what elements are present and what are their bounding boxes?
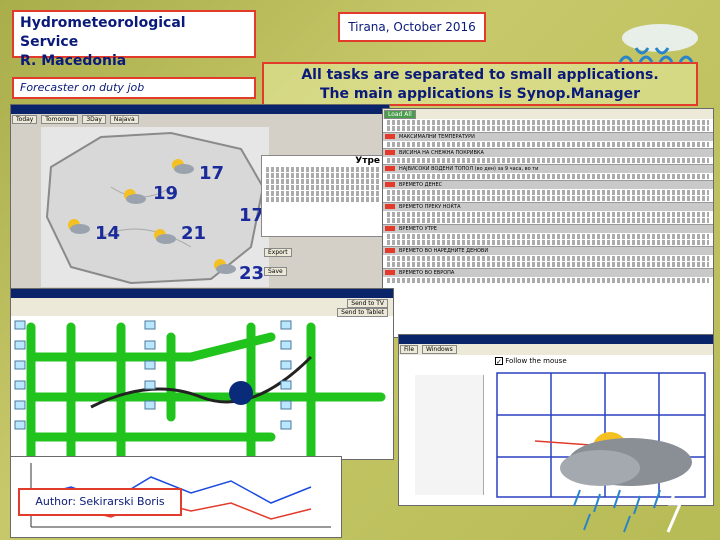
map-temp-6: 23 [239,263,265,284]
map-forecast-window: Today Tomorrow 3Day Najava 17 19 17 14 2… [10,104,390,290]
section-next-days[interactable]: ВРЕМЕТО ВО НАРЕДНИТЕ ДЕНОВИ [383,246,713,255]
storm-cloud-icon [560,432,692,533]
author-label: Author: Sekirarski Boris [18,488,182,516]
title-line-2: R. Macedonia [20,53,127,69]
sun-cloud-icon [154,229,176,244]
map-temp-1: 17 [199,163,225,184]
follow-mouse-label: Follow the mouse [505,357,567,365]
map-temp-5: 21 [181,223,207,244]
window-titlebar [11,289,393,298]
sun-cloud-icon [68,219,90,234]
map-temp-4: 14 [95,223,121,244]
tab-tomorrow[interactable]: Tomorrow [41,115,79,124]
forecast-label: Утре [355,156,380,166]
tree-panel [415,375,484,495]
section-night[interactable]: ВРЕМЕТО ПРЕКУ НОЌТА [383,202,713,211]
route-map[interactable] [11,317,393,459]
menu-windows[interactable]: Windows [421,345,457,354]
section-water[interactable]: НАЈВИСОКИ ВОДЕНИ ТОПОЛ (во ден) за 9 час… [383,164,713,173]
send-tv-button[interactable]: Send to TV [347,299,388,308]
sun-cloud-icon [172,159,194,174]
checkbox-icon: ✓ [495,357,503,366]
date-label: Tirana, October 2016 [338,12,486,42]
title-line-1: Hydrometeorological Service [20,15,186,50]
window-titlebar [11,105,389,114]
load-all-button[interactable]: Load All [384,110,416,119]
map-actions: Export Save [263,239,293,277]
tab-3day[interactable]: 3Day [82,115,106,124]
save-button[interactable]: Save [264,267,287,276]
job-label: Forecaster on duty job [12,77,256,99]
sun-cloud-icon [214,259,236,274]
section-snow[interactable]: ВИСИНА НА СНЕЖНА ПОКРИВКА [383,148,713,157]
follow-mouse-checkbox[interactable]: ✓ Follow the mouse [495,357,567,366]
export-button[interactable]: Export [264,248,292,257]
section-max-temp[interactable]: МАКСИМАЛНИ ТЕМПЕРАТУРИ [383,132,713,141]
macedonia-map[interactable]: 17 19 17 14 21 23 [41,127,269,287]
tab-najava[interactable]: Najava [109,115,139,124]
slide-title: Hydrometeorological Service R. Macedonia [12,10,256,69]
headline-line-2: The main applications is Synop.Manager [319,86,641,102]
route-toolbar: Send to TV Send to Tablet [11,298,393,317]
section-tomorrow[interactable]: ВРЕМЕТО УТРЕ [383,224,713,233]
synop-toolbar: Load All [383,109,713,119]
window-titlebar [399,335,713,344]
cloud-rain-icon [618,24,698,63]
synop-manager-window: Load All МАКСИМАЛНИ ТЕМПЕРАТУРИ ВИСИНА Н… [382,108,714,338]
menu-bar: File Windows [399,344,713,355]
tab-today[interactable]: Today [12,115,38,124]
section-today[interactable]: ВРЕМЕТО ДЕНЕС [383,180,713,189]
menu-file[interactable]: File [400,345,419,354]
send-tablet-button[interactable]: Send to Tablet [337,308,388,317]
forecast-text-panel: Утре [261,155,385,237]
sun-cloud-icon [124,189,146,204]
road-condition-window: Send to TV Send to Tablet [10,288,394,460]
section-europe[interactable]: ВРЕМЕТО ВО ЕВРОПА [383,268,713,277]
map-toolbar: Today Tomorrow 3Day Najava [11,114,389,125]
map-temp-2: 19 [153,183,179,204]
